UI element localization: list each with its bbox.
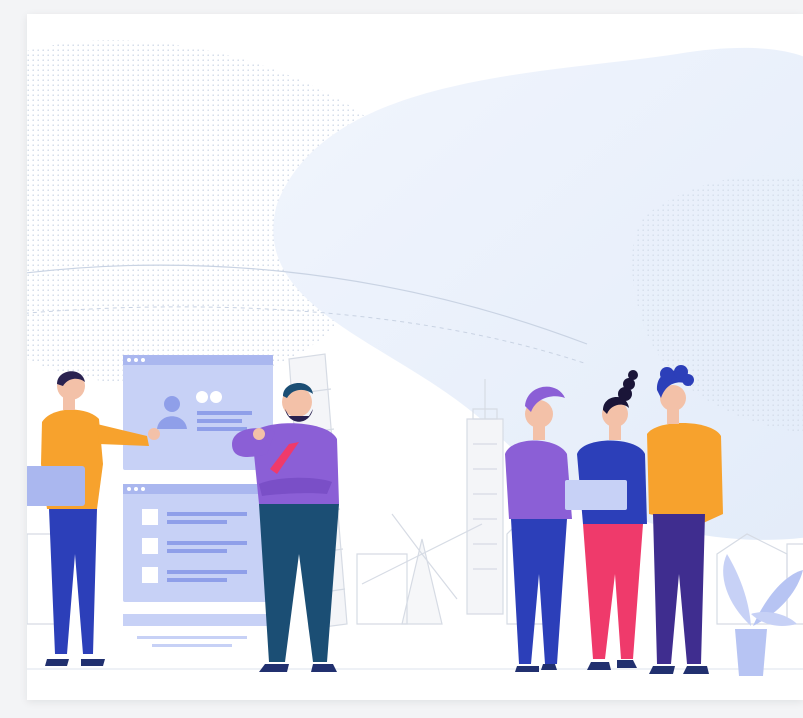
team-collaboration-illustration xyxy=(27,40,803,676)
ui-mockup-panels xyxy=(123,355,273,647)
laptop xyxy=(565,480,627,510)
avatar-icon xyxy=(164,396,180,412)
image-frame xyxy=(0,0,803,718)
potted-plant xyxy=(723,554,803,676)
illustration-card xyxy=(27,14,803,700)
small-panel xyxy=(123,614,273,626)
laptop xyxy=(27,466,85,506)
